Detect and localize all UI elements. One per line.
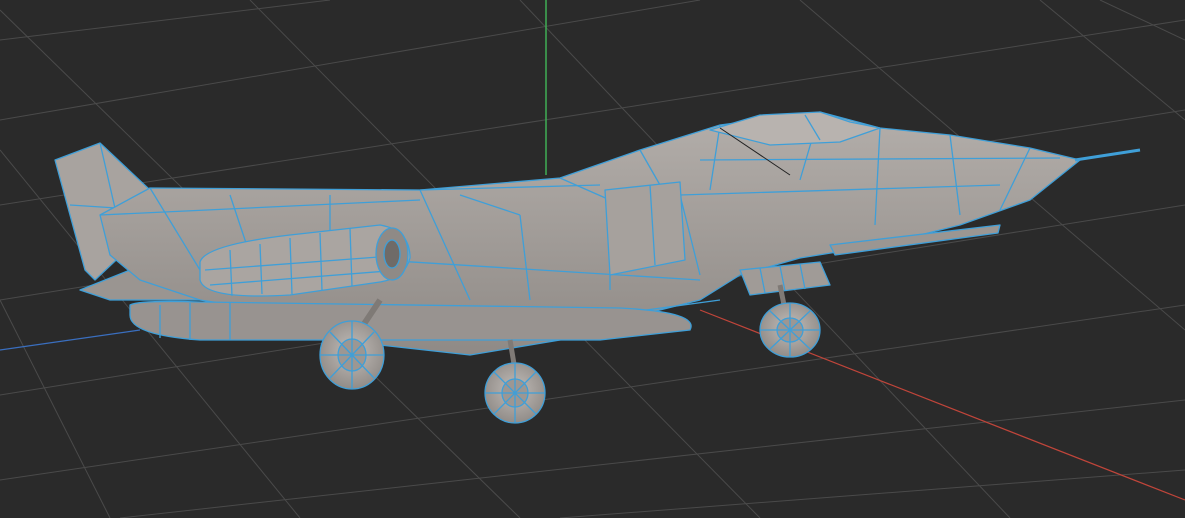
air-intake[interactable] bbox=[604, 181, 686, 276]
z-axis-line bbox=[0, 329, 141, 351]
viewport-canvas[interactable] bbox=[0, 0, 1185, 518]
aircraft-mesh[interactable] bbox=[54, 111, 1141, 424]
nose-probe bbox=[1074, 148, 1141, 162]
main-wheel-right[interactable] bbox=[484, 362, 546, 424]
3d-viewport[interactable] bbox=[0, 0, 1185, 518]
main-wheel-left[interactable] bbox=[319, 320, 385, 390]
ventral-pod[interactable] bbox=[129, 300, 692, 341]
nose-wheel[interactable] bbox=[759, 302, 821, 358]
